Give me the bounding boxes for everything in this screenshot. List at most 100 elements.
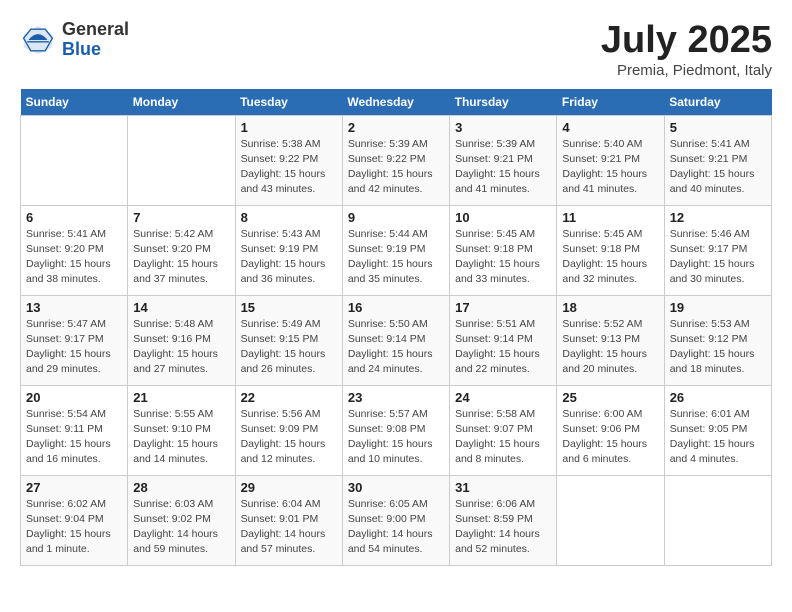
- page-header: General Blue July 2025 Premia, Piedmont,…: [20, 20, 772, 79]
- calendar-cell: 8 Sunrise: 5:43 AMSunset: 9:19 PMDaylight…: [235, 205, 342, 295]
- day-number: 16: [348, 300, 444, 315]
- calendar-cell: 16 Sunrise: 5:50 AMSunset: 9:14 PMDayligh…: [342, 295, 449, 385]
- day-number: 21: [133, 390, 229, 405]
- day-number: 8: [241, 210, 337, 225]
- day-info: Sunrise: 5:48 AMSunset: 9:16 PMDaylight:…: [133, 317, 229, 378]
- day-number: 10: [455, 210, 551, 225]
- calendar-cell: 22Sunrise: 5:56 AMSunset: 9:09 PMDayligh…: [235, 385, 342, 475]
- logo-blue: Blue: [62, 39, 101, 59]
- day-info: Sunrise: 5:58 AMSunset: 9:07 PMDaylight:…: [455, 407, 551, 468]
- location: Premia, Piedmont, Italy: [601, 62, 772, 79]
- weekday-header: Saturday: [664, 89, 771, 116]
- calendar-week-row: 20Sunrise: 5:54 AMSunset: 9:11 PMDayligh…: [21, 385, 772, 475]
- calendar-header-row: SundayMondayTuesdayWednesdayThursdayFrid…: [21, 89, 772, 116]
- calendar-cell: 27 Sunrise: 6:02 AMSunset: 9:04 PMDayligh…: [21, 475, 128, 565]
- calendar-table: SundayMondayTuesdayWednesdayThursdayFrid…: [20, 89, 772, 566]
- day-info: Sunrise: 5:44 AMSunset: 9:19 PMDaylight:…: [348, 227, 444, 288]
- calendar-cell: 10Sunrise: 5:45 AMSunset: 9:18 PMDayligh…: [450, 205, 557, 295]
- calendar-cell: 11 Sunrise: 5:45 AMSunset: 9:18 PMDayligh…: [557, 205, 664, 295]
- day-number: 25: [562, 390, 658, 405]
- calendar-cell: 30Sunrise: 6:05 AMSunset: 9:00 PMDayligh…: [342, 475, 449, 565]
- day-info: Sunrise: 5:42 AMSunset: 9:20 PMDaylight:…: [133, 227, 229, 288]
- day-number: 1: [241, 120, 337, 135]
- calendar-cell: 7 Sunrise: 5:42 AMSunset: 9:20 PMDaylight…: [128, 205, 235, 295]
- calendar-cell: 24Sunrise: 5:58 AMSunset: 9:07 PMDayligh…: [450, 385, 557, 475]
- calendar-cell: 20Sunrise: 5:54 AMSunset: 9:11 PMDayligh…: [21, 385, 128, 475]
- day-number: 15: [241, 300, 337, 315]
- day-info: Sunrise: 6:01 AMSunset: 9:05 PMDaylight:…: [670, 407, 766, 468]
- day-info: Sunrise: 5:55 AMSunset: 9:10 PMDaylight:…: [133, 407, 229, 468]
- day-number: 19: [670, 300, 766, 315]
- day-info: Sunrise: 5:41 AMSunset: 9:21 PMDaylight:…: [670, 137, 766, 198]
- calendar-cell: 23 Sunrise: 5:57 AMSunset: 9:08 PMDayligh…: [342, 385, 449, 475]
- weekday-header: Friday: [557, 89, 664, 116]
- day-info: Sunrise: 5:50 AMSunset: 9:14 PMDaylight:…: [348, 317, 444, 378]
- day-number: 31: [455, 480, 551, 495]
- day-info: Sunrise: 6:00 AMSunset: 9:06 PMDaylight:…: [562, 407, 658, 468]
- day-number: 26: [670, 390, 766, 405]
- weekday-header: Sunday: [21, 89, 128, 116]
- day-info: Sunrise: 6:03 AMSunset: 9:02 PMDaylight:…: [133, 497, 229, 558]
- calendar-cell: 26 Sunrise: 6:01 AMSunset: 9:05 PMDayligh…: [664, 385, 771, 475]
- day-number: 13: [26, 300, 122, 315]
- day-number: 3: [455, 120, 551, 135]
- logo-icon: [20, 22, 56, 58]
- day-info: Sunrise: 5:56 AMSunset: 9:09 PMDaylight:…: [241, 407, 337, 468]
- day-info: Sunrise: 5:45 AMSunset: 9:18 PMDaylight:…: [562, 227, 658, 288]
- calendar-cell: 13 Sunrise: 5:47 AMSunset: 9:17 PMDayligh…: [21, 295, 128, 385]
- day-number: 2: [348, 120, 444, 135]
- logo-text: General Blue: [62, 20, 129, 60]
- weekday-header: Monday: [128, 89, 235, 116]
- day-info: Sunrise: 5:46 AMSunset: 9:17 PMDaylight:…: [670, 227, 766, 288]
- day-number: 12: [670, 210, 766, 225]
- day-info: Sunrise: 5:39 AMSunset: 9:22 PMDaylight:…: [348, 137, 444, 198]
- calendar-week-row: 27 Sunrise: 6:02 AMSunset: 9:04 PMDayligh…: [21, 475, 772, 565]
- day-number: 17: [455, 300, 551, 315]
- day-info: Sunrise: 5:54 AMSunset: 9:11 PMDaylight:…: [26, 407, 122, 468]
- weekday-header: Wednesday: [342, 89, 449, 116]
- day-info: Sunrise: 5:49 AMSunset: 9:15 PMDaylight:…: [241, 317, 337, 378]
- day-number: 4: [562, 120, 658, 135]
- day-number: 11: [562, 210, 658, 225]
- day-number: 14: [133, 300, 229, 315]
- day-info: Sunrise: 5:53 AMSunset: 9:12 PMDaylight:…: [670, 317, 766, 378]
- day-info: Sunrise: 5:47 AMSunset: 9:17 PMDaylight:…: [26, 317, 122, 378]
- day-number: 23: [348, 390, 444, 405]
- day-number: 28: [133, 480, 229, 495]
- month-title: July 2025: [601, 20, 772, 62]
- day-number: 6: [26, 210, 122, 225]
- day-info: Sunrise: 6:02 AMSunset: 9:04 PMDaylight:…: [26, 497, 122, 558]
- day-info: Sunrise: 6:04 AMSunset: 9:01 PMDaylight:…: [241, 497, 337, 558]
- day-info: Sunrise: 5:39 AMSunset: 9:21 PMDaylight:…: [455, 137, 551, 198]
- day-number: 30: [348, 480, 444, 495]
- calendar-cell: 2 Sunrise: 5:39 AMSunset: 9:22 PMDaylight…: [342, 115, 449, 205]
- day-info: Sunrise: 6:06 AMSunset: 8:59 PMDaylight:…: [455, 497, 551, 558]
- calendar-cell: [21, 115, 128, 205]
- day-info: Sunrise: 5:43 AMSunset: 9:19 PMDaylight:…: [241, 227, 337, 288]
- title-block: July 2025 Premia, Piedmont, Italy: [601, 20, 772, 79]
- day-number: 18: [562, 300, 658, 315]
- calendar-cell: [128, 115, 235, 205]
- day-number: 5: [670, 120, 766, 135]
- day-number: 7: [133, 210, 229, 225]
- day-info: Sunrise: 5:40 AMSunset: 9:21 PMDaylight:…: [562, 137, 658, 198]
- calendar-cell: 6 Sunrise: 5:41 AMSunset: 9:20 PMDaylight…: [21, 205, 128, 295]
- calendar-cell: 1Sunrise: 5:38 AMSunset: 9:22 PMDaylight…: [235, 115, 342, 205]
- weekday-header: Thursday: [450, 89, 557, 116]
- calendar-cell: 17Sunrise: 5:51 AMSunset: 9:14 PMDayligh…: [450, 295, 557, 385]
- day-info: Sunrise: 5:57 AMSunset: 9:08 PMDaylight:…: [348, 407, 444, 468]
- logo-general: General: [62, 19, 129, 39]
- calendar-cell: [664, 475, 771, 565]
- calendar-week-row: 13 Sunrise: 5:47 AMSunset: 9:17 PMDayligh…: [21, 295, 772, 385]
- calendar-cell: 12 Sunrise: 5:46 AMSunset: 9:17 PMDayligh…: [664, 205, 771, 295]
- day-number: 27: [26, 480, 122, 495]
- calendar-cell: 19 Sunrise: 5:53 AMSunset: 9:12 PMDayligh…: [664, 295, 771, 385]
- calendar-cell: 31 Sunrise: 6:06 AMSunset: 8:59 PMDayligh…: [450, 475, 557, 565]
- calendar-cell: 15 Sunrise: 5:49 AMSunset: 9:15 PMDayligh…: [235, 295, 342, 385]
- calendar-cell: 18Sunrise: 5:52 AMSunset: 9:13 PMDayligh…: [557, 295, 664, 385]
- day-info: Sunrise: 5:41 AMSunset: 9:20 PMDaylight:…: [26, 227, 122, 288]
- calendar-week-row: 1Sunrise: 5:38 AMSunset: 9:22 PMDaylight…: [21, 115, 772, 205]
- calendar-cell: 21 Sunrise: 5:55 AMSunset: 9:10 PMDayligh…: [128, 385, 235, 475]
- calendar-cell: 28 Sunrise: 6:03 AMSunset: 9:02 PMDayligh…: [128, 475, 235, 565]
- calendar-cell: 4 Sunrise: 5:40 AMSunset: 9:21 PMDaylight…: [557, 115, 664, 205]
